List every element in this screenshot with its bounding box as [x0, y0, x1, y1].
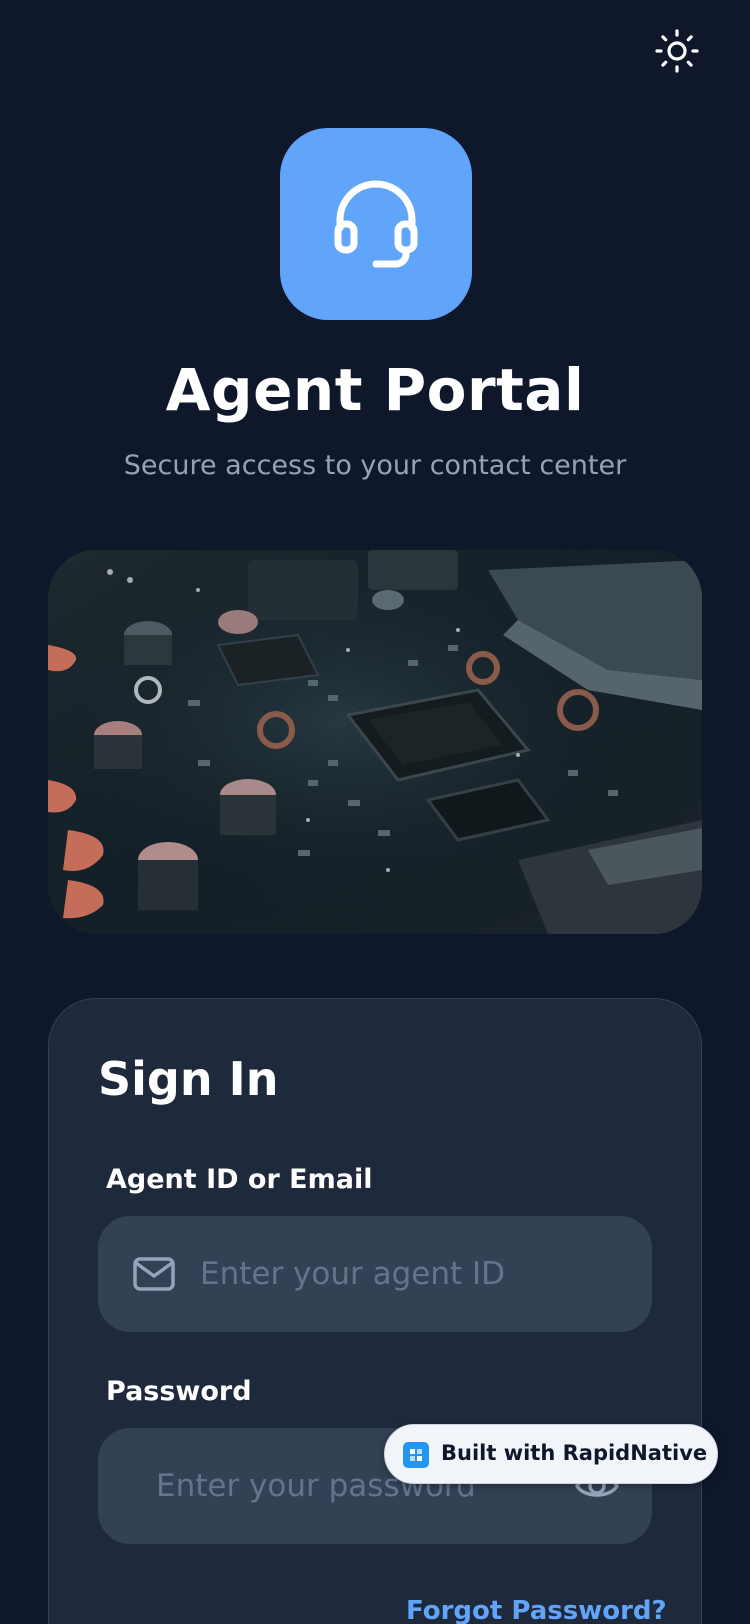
built-with-badge[interactable]: Built with RapidNative [384, 1424, 718, 1484]
hero-image [48, 550, 702, 934]
password-label: Password [106, 1376, 252, 1407]
headset-icon [332, 176, 420, 272]
agent-id-field[interactable] [98, 1216, 652, 1332]
app-subtitle: Secure access to your contact center [123, 450, 627, 481]
mail-icon [132, 1254, 176, 1298]
built-with-text: Built with RapidNative [441, 1441, 708, 1465]
rapidnative-logo-icon [403, 1442, 429, 1468]
app-logo [280, 128, 472, 320]
agent-id-input[interactable] [200, 1216, 630, 1332]
signin-title: Sign In [98, 1052, 279, 1106]
agent-id-label: Agent ID or Email [106, 1164, 373, 1195]
theme-toggle-button[interactable] [652, 28, 702, 78]
app-title: Agent Portal [165, 356, 585, 424]
forgot-password-link[interactable]: Forgot Password? [406, 1596, 667, 1624]
sun-icon [654, 28, 700, 78]
login-screen: Agent Portal Secure access to your conta… [0, 0, 750, 1624]
